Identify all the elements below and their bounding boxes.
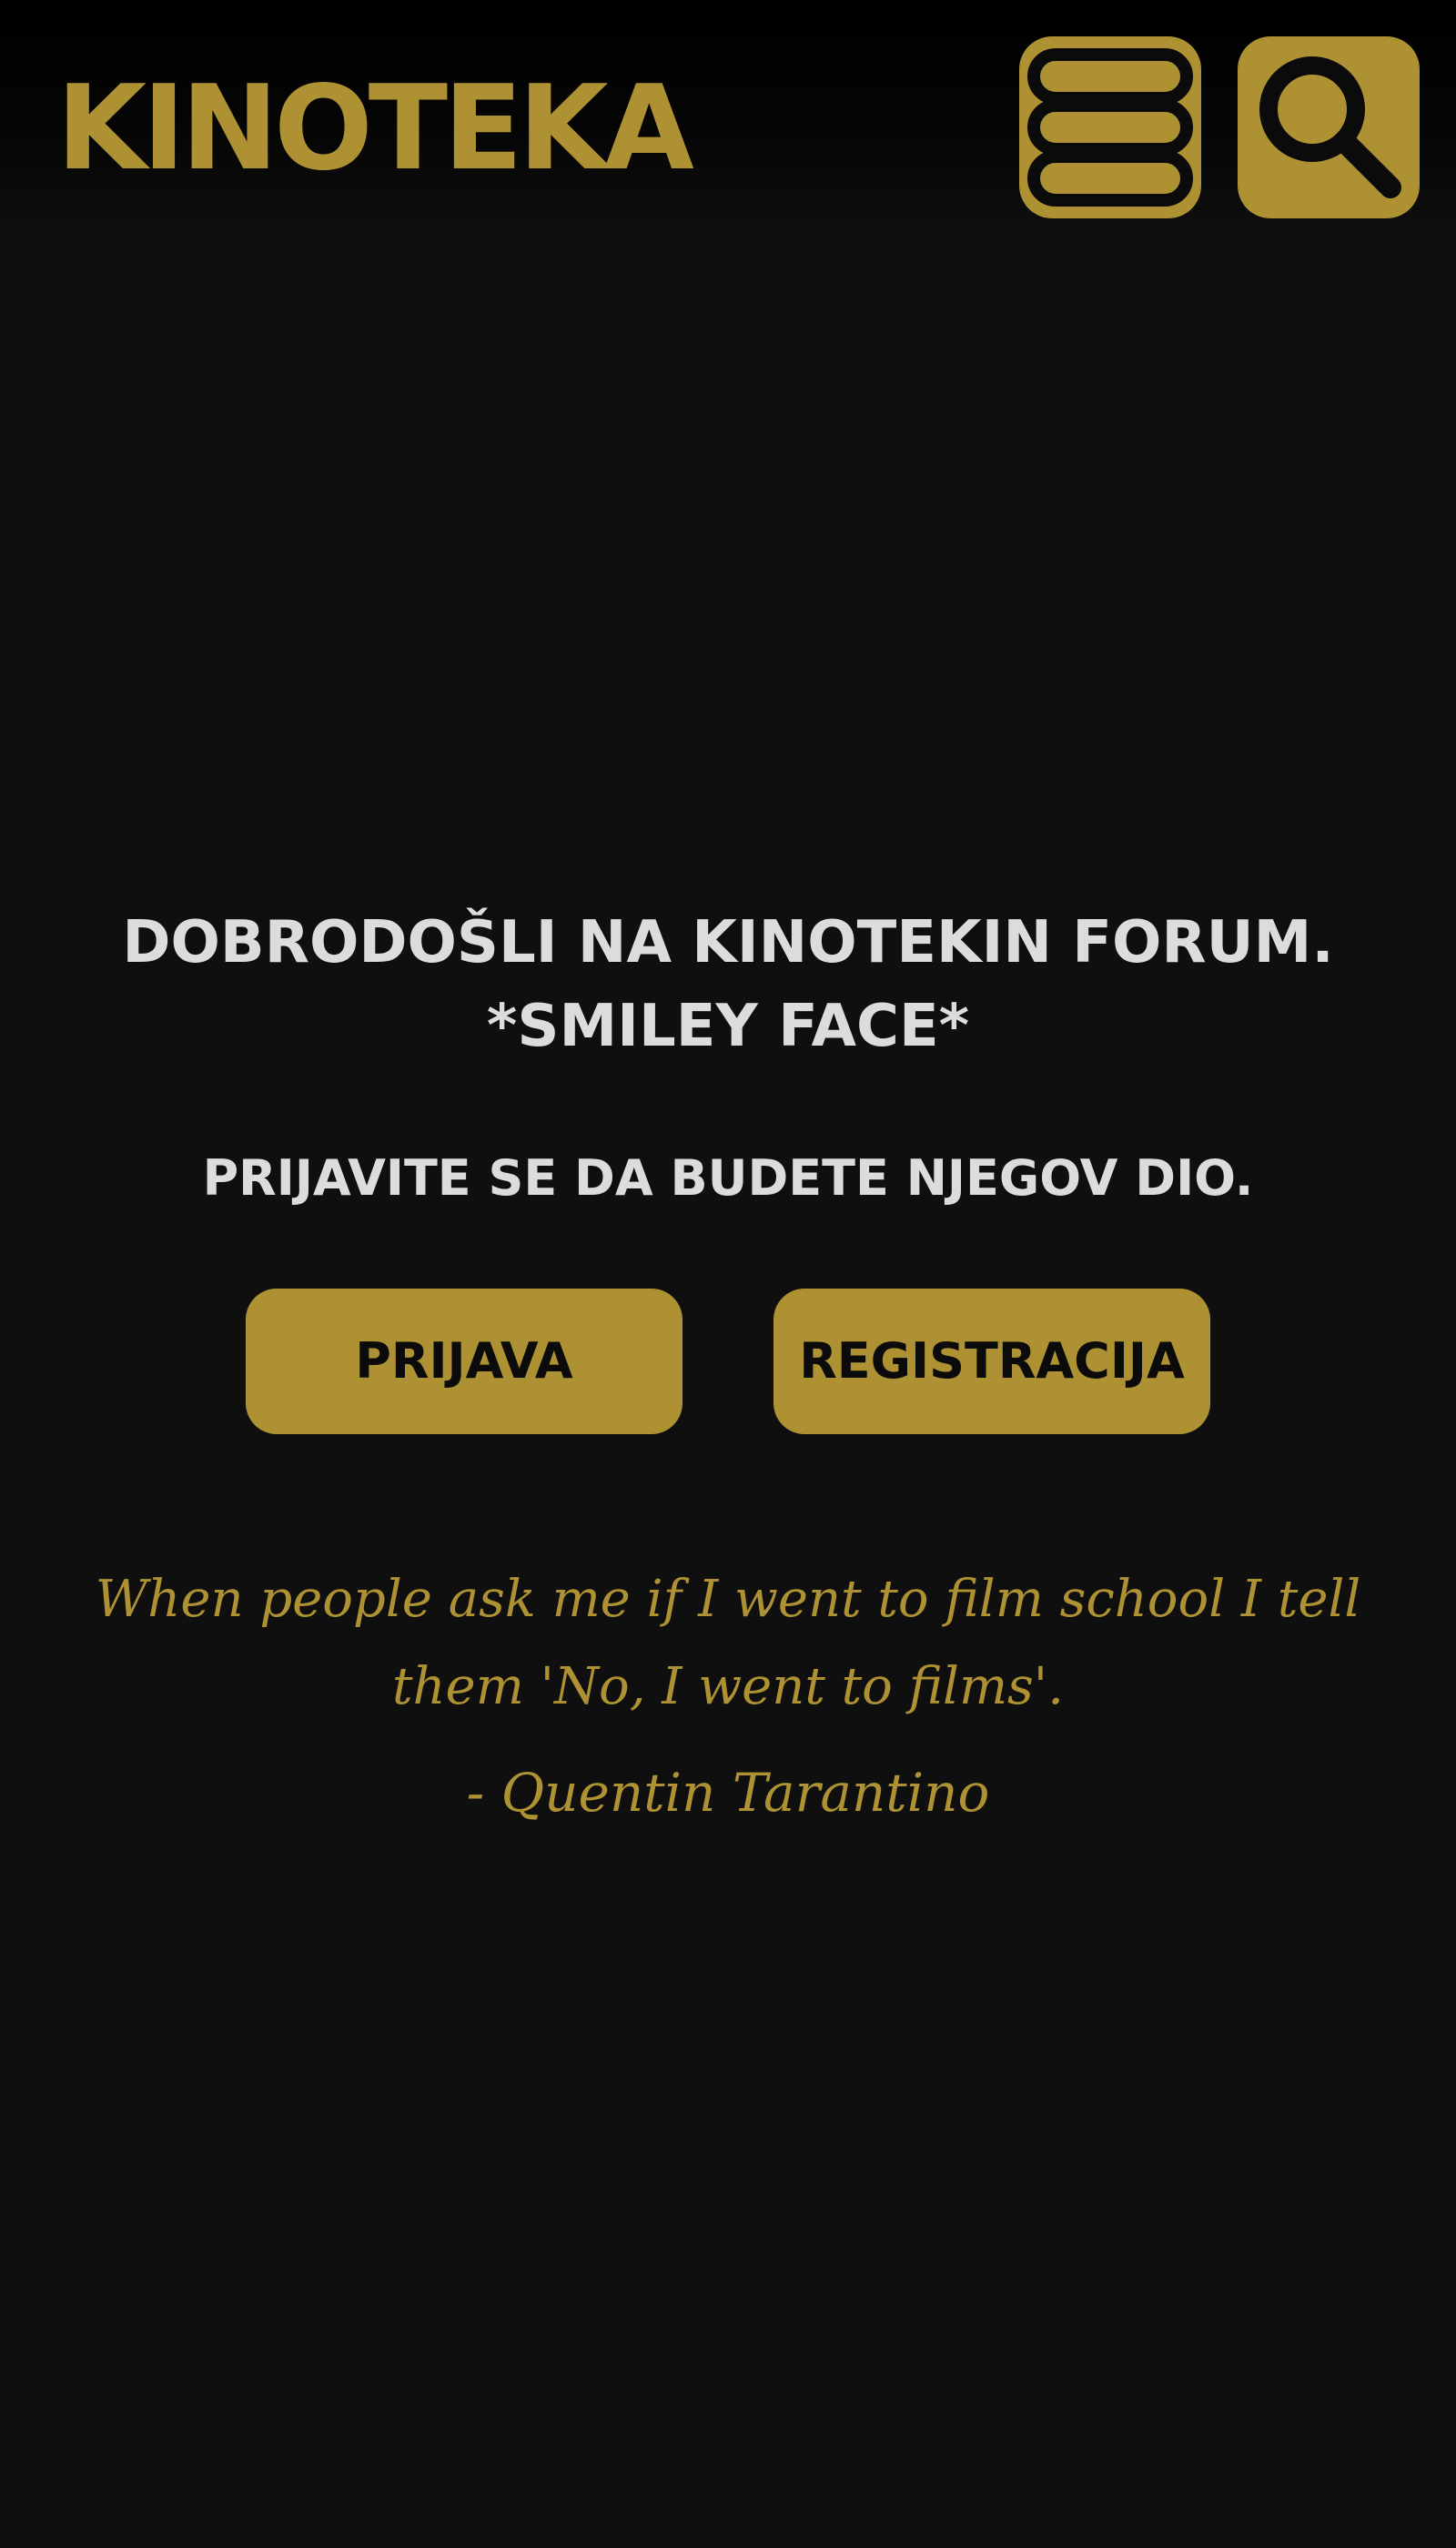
quote-text: When people ask me if I went to film sch… — [95, 1570, 1361, 1716]
hamburger-menu-icon — [1027, 48, 1193, 207]
welcome-headline-line1: DOBRODOŠLI NA KINOTEKIN FORUM. — [122, 909, 1334, 976]
quote-author: - Quentin Tarantino — [466, 1762, 990, 1824]
site-header: KINOTEKA — [0, 0, 1456, 237]
login-prompt: PRIJAVITE SE DA BUDETE NJEGOV DIO. — [202, 1149, 1254, 1207]
register-button[interactable]: REGISTRACIJA — [774, 1289, 1210, 1434]
search-button[interactable] — [1238, 36, 1420, 218]
welcome-headline-line2: *SMILEY FACE* — [486, 993, 970, 1060]
welcome-headline: DOBRODOŠLI NA KINOTEKIN FORUM. *SMILEY F… — [0, 901, 1456, 1068]
search-icon — [1259, 56, 1401, 198]
login-button[interactable]: PRIJAVA — [246, 1289, 682, 1434]
menu-button[interactable] — [1019, 36, 1201, 218]
site-logo[interactable]: KINOTEKA — [56, 56, 694, 202]
welcome-section: DOBRODOŠLI NA KINOTEKIN FORUM. *SMILEY F… — [0, 901, 1456, 1207]
